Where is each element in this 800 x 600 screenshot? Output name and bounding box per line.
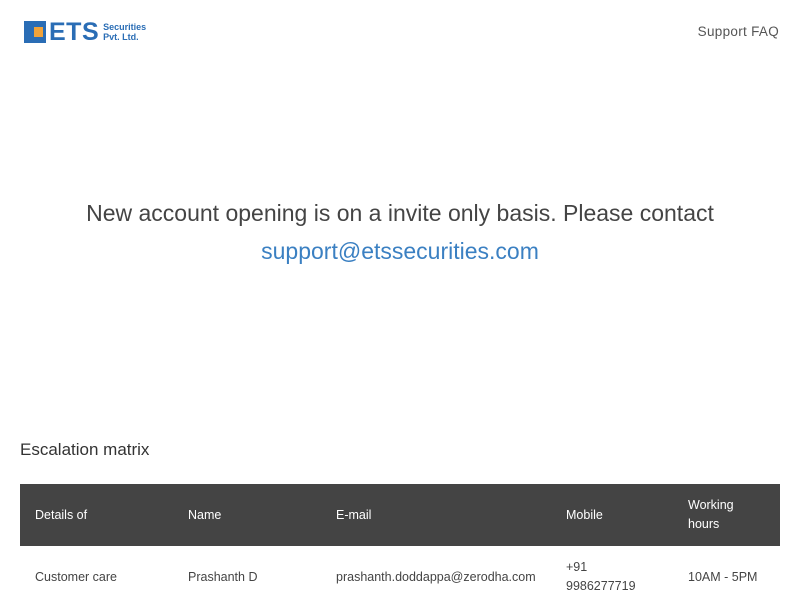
invite-only-message: New account opening is on a invite only …: [0, 194, 800, 270]
column-header-name: Name: [188, 507, 222, 522]
table-header-row: Details of Name E-mail Mobile Working ho…: [20, 484, 780, 546]
logo-subtitle-line2: Pvt. Ltd.: [103, 32, 139, 42]
table-row: Customer care Prashanth D prashanth.dodd…: [20, 546, 780, 600]
logo-subtitle: Securities Pvt. Ltd.: [103, 22, 146, 42]
support-faq-link[interactable]: Support FAQ: [698, 24, 779, 39]
column-header-working-hours-line1: Working: [688, 498, 734, 512]
cell-hours: 10AM - 5PM: [688, 569, 758, 584]
cell-mobile: +91 9986277719: [551, 546, 673, 600]
escalation-table: Details of Name E-mail Mobile Working ho…: [20, 484, 780, 600]
logo-mark-icon: [24, 21, 46, 43]
cell-name: Prashanth D: [188, 569, 258, 584]
logo-subtitle-line1: Securities: [103, 22, 147, 32]
escalation-matrix-title: Escalation matrix: [20, 440, 150, 459]
column-header-working-hours-line2: hours: [688, 517, 720, 531]
company-logo[interactable]: ETS Securities Pvt. Ltd.: [24, 18, 148, 46]
message-text: New account opening is on a invite only …: [86, 200, 714, 226]
cell-mobile-line1: +91: [566, 560, 588, 574]
logo-text: ETS: [49, 18, 100, 46]
column-header-working-hours: Working hours: [673, 484, 780, 546]
cell-mobile-line2: 9986277719: [566, 579, 636, 593]
column-header-email: E-mail: [336, 507, 372, 522]
cell-details: Customer care: [35, 569, 117, 584]
header: ETS Securities Pvt. Ltd. Support FAQ: [0, 0, 800, 64]
cell-email: prashanth.doddappa@zerodha.com: [336, 569, 536, 584]
column-header-details: Details of: [35, 507, 88, 522]
support-email-link[interactable]: support@etssecurities.com: [0, 232, 800, 270]
column-header-mobile: Mobile: [566, 507, 603, 522]
